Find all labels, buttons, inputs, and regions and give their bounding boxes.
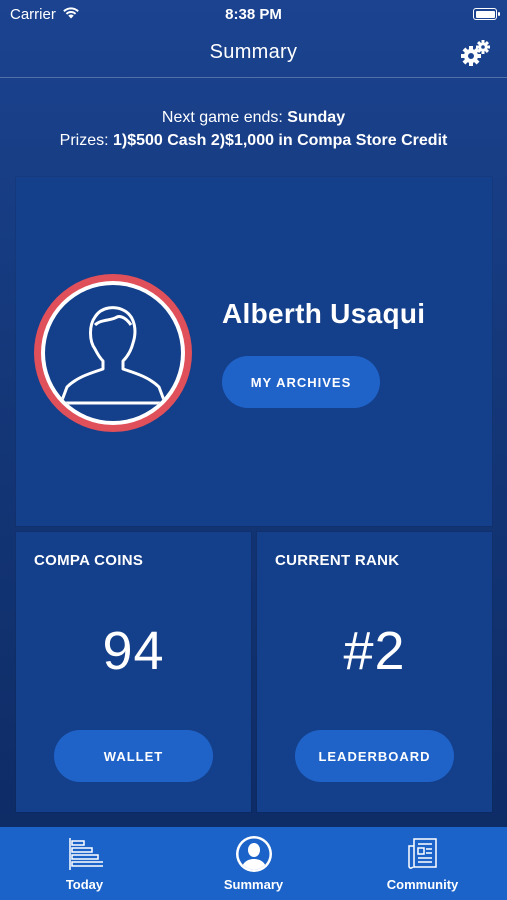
compa-coins-card: COMPA COINS 94 WALLET xyxy=(16,532,251,812)
newspaper-icon xyxy=(404,835,442,873)
compa-coins-label: COMPA COINS xyxy=(34,552,144,569)
next-game-day: Sunday xyxy=(287,109,346,126)
gears-icon xyxy=(461,40,490,66)
game-info: Next game ends: Sunday Prizes: 1)$500 Ca… xyxy=(0,106,507,152)
page-title: Summary xyxy=(209,41,298,63)
current-rank-value: #2 xyxy=(343,621,406,681)
tab-today-label: Today xyxy=(65,877,104,892)
user-name: Alberth Usaqui xyxy=(222,298,426,329)
prizes-label: Prizes: xyxy=(59,132,113,149)
my-archives-button[interactable]: MY ARCHIVES xyxy=(222,356,380,408)
tab-bar: Today Summary Community xyxy=(0,827,507,900)
user-silhouette-icon xyxy=(59,306,167,405)
compa-coins-value: 94 xyxy=(102,621,165,681)
current-rank-label: CURRENT RANK xyxy=(275,552,400,569)
avatar-core xyxy=(45,285,181,421)
nav-bar: Summary xyxy=(0,28,507,78)
profile-card: Alberth Usaqui MY ARCHIVES xyxy=(16,177,492,526)
settings-button[interactable] xyxy=(459,38,491,68)
current-rank-card: CURRENT RANK #2 LEADERBOARD xyxy=(257,532,492,812)
tab-community-label: Community xyxy=(386,877,459,892)
wallet-button[interactable]: WALLET xyxy=(54,730,213,782)
bar-list-icon xyxy=(66,835,104,873)
next-game-label: Next game ends: xyxy=(161,109,288,126)
avatar-ring xyxy=(41,281,185,425)
prizes-line: Prizes: 1)$500 Cash 2)$1,000 in Compa St… xyxy=(0,129,507,152)
tab-community[interactable]: Community xyxy=(338,827,507,900)
next-game-line: Next game ends: Sunday xyxy=(0,106,507,129)
battery-icon xyxy=(473,8,500,20)
tab-summary[interactable]: Summary xyxy=(169,827,338,900)
tab-today[interactable]: Today xyxy=(0,827,169,900)
status-bar: Carrier 8:38 PM xyxy=(0,0,507,28)
prizes-value: 1)$500 Cash 2)$1,000 in Compa Store Cred… xyxy=(112,132,448,149)
avatar[interactable] xyxy=(34,274,192,432)
leaderboard-button[interactable]: LEADERBOARD xyxy=(295,730,454,782)
tab-summary-label: Summary xyxy=(223,877,284,892)
status-time: 8:38 PM xyxy=(225,5,282,23)
user-circle-icon xyxy=(235,835,273,873)
